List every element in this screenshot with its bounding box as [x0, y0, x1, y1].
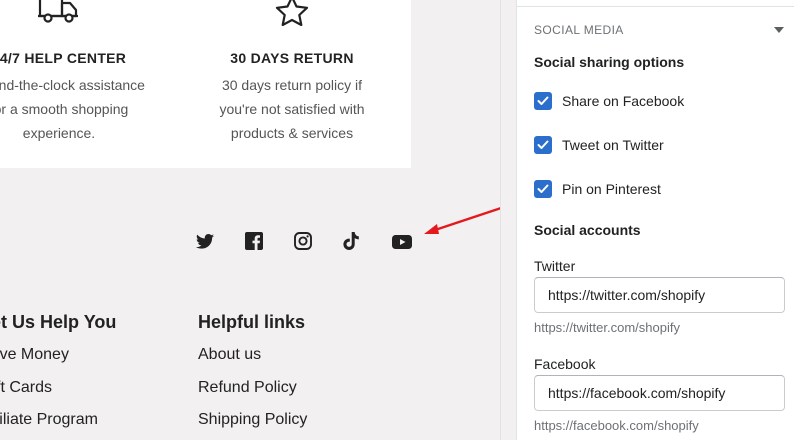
checkbox-checked[interactable]: [534, 92, 552, 110]
checkmark-icon: [537, 140, 549, 149]
feature-title: 30 DAYS RETURN: [230, 50, 354, 66]
footer-column-helpful-links: Helpful links About us Refund Policy Shi…: [198, 312, 307, 440]
tiktok-icon[interactable]: [343, 231, 392, 251]
feature-help-center: 24/7 HELP CENTER Round-the-clock assista…: [0, 0, 159, 145]
footer-link[interactable]: About us: [198, 344, 307, 377]
section-title: SOCIAL MEDIA: [534, 23, 624, 37]
annotation-arrow: [424, 207, 500, 234]
divider: [517, 6, 794, 7]
checkbox-checked[interactable]: [534, 136, 552, 154]
checkmark-icon: [537, 184, 549, 193]
footer-link[interactable]: Shipping Policy: [198, 409, 307, 440]
footer-link[interactable]: Save Money: [0, 344, 116, 377]
facebook-help-text: https://facebook.com/shopify: [534, 418, 699, 433]
footer-heading: Helpful links: [198, 312, 306, 332]
option-label: Pin on Pinterest: [562, 181, 661, 197]
footer-link[interactable]: Refund Policy: [198, 377, 307, 410]
footer-link[interactable]: Affiliate Program: [0, 409, 116, 440]
settings-panel: SOCIAL MEDIA Social sharing options Shar…: [516, 0, 794, 440]
social-media-section-toggle[interactable]: SOCIAL MEDIA: [534, 21, 786, 39]
instagram-icon[interactable]: [294, 231, 343, 251]
footer-column-help: Let Us Help You Save Money Gift Cards Af…: [0, 312, 116, 440]
delivery-truck-icon: [0, 0, 159, 32]
checkbox-checked[interactable]: [534, 180, 552, 198]
footer-heading: Let Us Help You: [0, 312, 117, 332]
sharing-options-heading: Social sharing options: [534, 54, 685, 70]
feature-description: 30 days return policy if you're not sati…: [219, 77, 365, 141]
option-label: Share on Facebook: [562, 93, 685, 109]
pin-pinterest-option[interactable]: Pin on Pinterest: [534, 180, 661, 198]
footer-link[interactable]: Gift Cards: [0, 377, 116, 410]
feature-description: Round-the-clock assistance for a smooth …: [0, 77, 145, 141]
panel-gutter: [500, 0, 516, 440]
caret-down-icon: [774, 27, 784, 33]
features-card: 24/7 HELP CENTER Round-the-clock assista…: [0, 0, 411, 168]
twitter-help-text: https://twitter.com/shopify: [534, 320, 680, 335]
facebook-url-input[interactable]: [534, 375, 785, 411]
social-icons-row: [196, 231, 441, 251]
star-icon: [192, 0, 392, 32]
twitter-url-input[interactable]: [534, 277, 785, 313]
option-label: Tweet on Twitter: [562, 137, 664, 153]
social-accounts-heading: Social accounts: [534, 222, 641, 238]
share-facebook-option[interactable]: Share on Facebook: [534, 92, 684, 110]
tweet-twitter-option[interactable]: Tweet on Twitter: [534, 136, 664, 154]
twitter-field-label: Twitter: [534, 258, 576, 274]
facebook-field-label: Facebook: [534, 356, 596, 372]
feature-returns: 30 DAYS RETURN 30 days return policy if …: [192, 0, 392, 145]
facebook-icon[interactable]: [245, 231, 294, 251]
twitter-icon[interactable]: [196, 231, 245, 251]
store-preview: 24/7 HELP CENTER Round-the-clock assista…: [0, 0, 500, 440]
checkmark-icon: [537, 96, 549, 105]
feature-title: 24/7 HELP CENTER: [0, 50, 127, 66]
